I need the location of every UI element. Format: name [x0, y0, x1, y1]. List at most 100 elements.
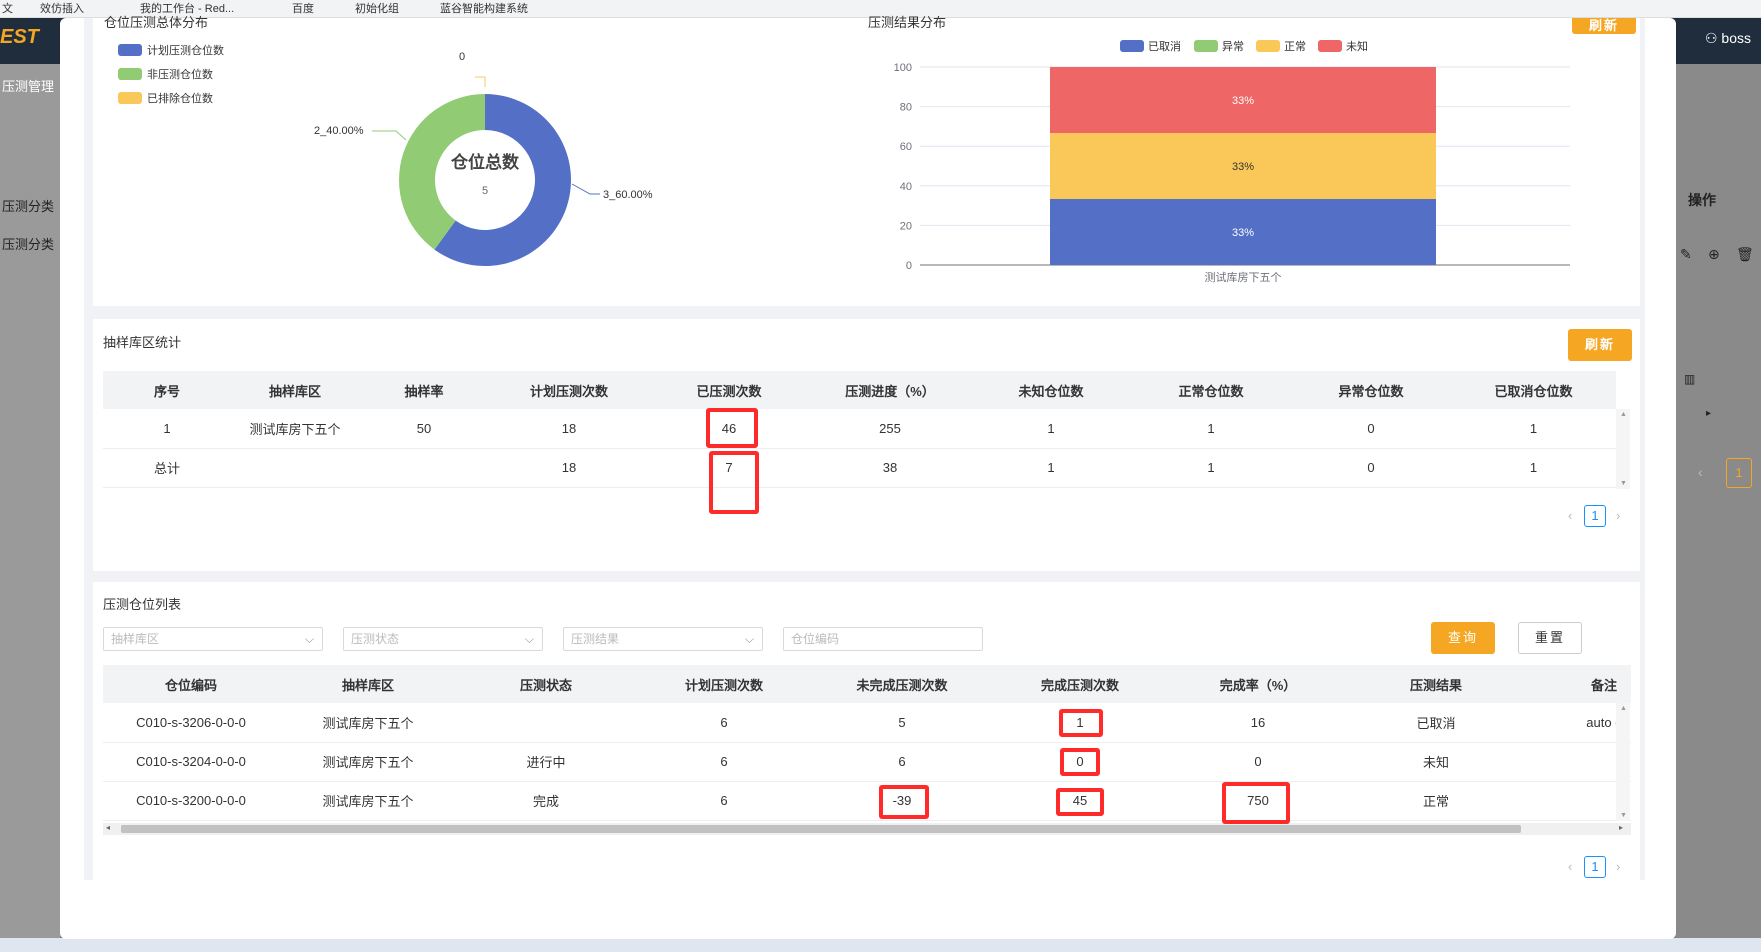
column-header: 压测结果 [1347, 665, 1525, 703]
bookmark-item[interactable]: 初始化组 [355, 0, 399, 16]
prev-page-icon[interactable]: ‹ [1568, 508, 1572, 523]
x-tick-label: 测试库房下五个 [1205, 271, 1282, 284]
positions-page-current[interactable]: 1 [1584, 856, 1606, 878]
position-row[interactable]: C010-s-3200-0-0-0 测试库房下五个 完成 6 -39 45 750 正常 [103, 781, 1631, 821]
scroll-left-icon[interactable]: ◂ [106, 823, 110, 832]
zone-select[interactable]: 抽样库区 ⌵ [103, 627, 323, 651]
table-cell: 1 [971, 409, 1131, 449]
next-page-icon[interactable]: › [1616, 859, 1620, 874]
legend-label: 未知 [1346, 40, 1368, 53]
positions-table: 仓位编码 抽样库区 压测状态 计划压测次数 未完成压测次数 完成压测次数 完成率（%） 压测结… [103, 665, 1631, 821]
table-cell: 6 [635, 781, 813, 821]
delete-icon[interactable]: 🗑 [1736, 246, 1754, 263]
table-cell: 测试库房下五个 [279, 703, 457, 743]
positions-horizontal-scrollbar[interactable]: ◂ ▸ [103, 823, 1631, 835]
reset-button[interactable]: 重置 [1518, 622, 1582, 654]
table-cell: C010-s-3204-0-0-0 [103, 742, 279, 782]
bar-data-label: 33% [1232, 95, 1254, 107]
y-tick-label: 80 [900, 102, 912, 114]
table-cell: 1 [1131, 409, 1291, 449]
next-page-icon[interactable]: › [1616, 508, 1620, 523]
scroll-right-icon[interactable]: ▸ [1619, 823, 1623, 832]
y-tick-label: 100 [894, 62, 912, 74]
sampling-table: 序号 抽样库区 抽样率 计划压测次数 已压测次数 压测进度（%） 未知仓位数 正常仓位数 异常仓… [103, 371, 1616, 488]
table-cell: 1 [1451, 409, 1616, 449]
positions-vertical-scrollbar[interactable]: ▲ ▼ [1616, 703, 1630, 821]
edit-icon[interactable]: ✎ [1680, 246, 1692, 263]
app-logo: EST [0, 26, 39, 48]
query-button[interactable]: 查询 [1431, 622, 1495, 654]
scroll-down-icon[interactable]: ▼ [1620, 812, 1627, 819]
column-header: 压测进度（%） [809, 371, 971, 409]
table-cell: 6 [635, 703, 813, 743]
sampling-page-current[interactable]: 1 [1584, 505, 1606, 527]
legend-label: 已取消 [1148, 40, 1181, 53]
column-header: 异常仓位数 [1291, 371, 1451, 409]
donut-center-value: 5 [482, 185, 488, 197]
sampling-row[interactable]: 总计 18 7 38 1 1 0 1 [103, 448, 1616, 488]
label-excluded: 0 [459, 51, 465, 63]
positions-header-row: 仓位编码 抽样库区 压测状态 计划压测次数 未完成压测次数 完成压测次数 完成率（%） 压测结… [103, 665, 1631, 703]
scroll-up-icon[interactable]: ▲ [1620, 705, 1627, 712]
legend-swatch [1318, 40, 1342, 52]
chart-icon[interactable]: ▥ [1684, 372, 1695, 386]
column-header: 压测状态 [457, 665, 635, 703]
column-header: 未知仓位数 [971, 371, 1131, 409]
positions-table-viewport: 仓位编码 抽样库区 压测状态 计划压测次数 未完成压测次数 完成压测次数 完成率（%） 压测结… [103, 665, 1631, 825]
status-select[interactable]: 压测状态 ⌵ [343, 627, 543, 651]
code-input[interactable]: 仓位编码 [783, 627, 983, 651]
table-cell [231, 448, 359, 488]
table-cell: 0 [1169, 742, 1347, 782]
table-cell: 正常 [1347, 781, 1525, 821]
sampling-row[interactable]: 1 测试库房下五个 50 18 46 255 1 1 0 1 [103, 409, 1616, 449]
table-cell: 总计 [103, 448, 231, 488]
y-tick-label: 60 [900, 141, 912, 153]
bookmark-item[interactable]: 文 [2, 0, 13, 16]
legend-item-planned[interactable]: 计划压测仓位数 [118, 42, 224, 58]
y-tick-label: 0 [906, 260, 912, 272]
column-header: 已取消仓位数 [1451, 371, 1616, 409]
table-cell: 50 [359, 409, 489, 449]
scroll-up-icon[interactable]: ▲ [1620, 411, 1627, 418]
bar-data-label: 33% [1232, 161, 1254, 173]
nav-item-category[interactable]: 压测分类 [2, 196, 54, 215]
user-menu[interactable]: ⚇ boss [1705, 30, 1751, 47]
sampling-vertical-scrollbar[interactable]: ▲ ▼ [1616, 409, 1630, 489]
bookmark-item[interactable]: 百度 [292, 0, 314, 16]
position-row[interactable]: C010-s-3206-0-0-0 测试库房下五个 6 5 1 16 已取消 auto c [103, 703, 1631, 743]
legend-label: 非压测仓位数 [147, 69, 213, 81]
nav-item-category[interactable]: 压测分类 [2, 234, 54, 253]
result-select-placeholder: 压测结果 [571, 632, 620, 646]
legend-label: 异常 [1222, 40, 1244, 53]
nav-item-stress-test[interactable]: 压测管理 [2, 76, 54, 95]
column-header: 未完成压测次数 [813, 665, 991, 703]
column-header: 完成率（%） [1169, 665, 1347, 703]
table-cell: 1 [1451, 448, 1616, 488]
add-icon[interactable]: ⊕ [1708, 246, 1720, 263]
table-cell: 16 [1169, 703, 1347, 743]
legend-swatch [118, 92, 142, 104]
background-pager-current[interactable]: 1 [1726, 458, 1752, 488]
table-cell: 1 [103, 409, 231, 449]
donut-chart: 0 2_40.00% 3_60.00% 仓位总数 5 [314, 51, 653, 266]
scroll-down-icon[interactable]: ▼ [1620, 480, 1627, 487]
prev-page-icon[interactable]: ‹ [1698, 464, 1703, 480]
bookmark-item[interactable]: 效仿插入 [40, 0, 84, 16]
legend-item-excluded[interactable]: 已排除仓位数 [118, 90, 213, 106]
highlight-box [709, 451, 759, 514]
prev-page-icon[interactable]: ‹ [1568, 859, 1572, 874]
result-select[interactable]: 压测结果 ⌵ [563, 627, 763, 651]
charts-refresh-button[interactable]: 刷新 [1572, 18, 1636, 34]
bookmark-item[interactable]: 蓝谷智能构建系统 [440, 0, 528, 16]
chevron-down-icon: ⌵ [744, 632, 754, 646]
sampling-refresh-button[interactable]: 刷新 [1568, 329, 1632, 361]
position-row[interactable]: C010-s-3204-0-0-0 测试库房下五个 进行中 6 6 0 0 未知 [103, 742, 1631, 782]
donut-chart-title: 仓位压测总体分布 [104, 15, 209, 30]
table-cell: 5 [813, 703, 991, 743]
table-cell: 6 [635, 742, 813, 782]
legend-label: 已排除仓位数 [147, 93, 213, 105]
caret-right-icon[interactable]: ▸ [1706, 408, 1711, 419]
scroll-thumb[interactable] [121, 825, 1521, 833]
legend-item-non-test[interactable]: 非压测仓位数 [118, 66, 213, 82]
chevron-down-icon: ⌵ [524, 632, 534, 646]
